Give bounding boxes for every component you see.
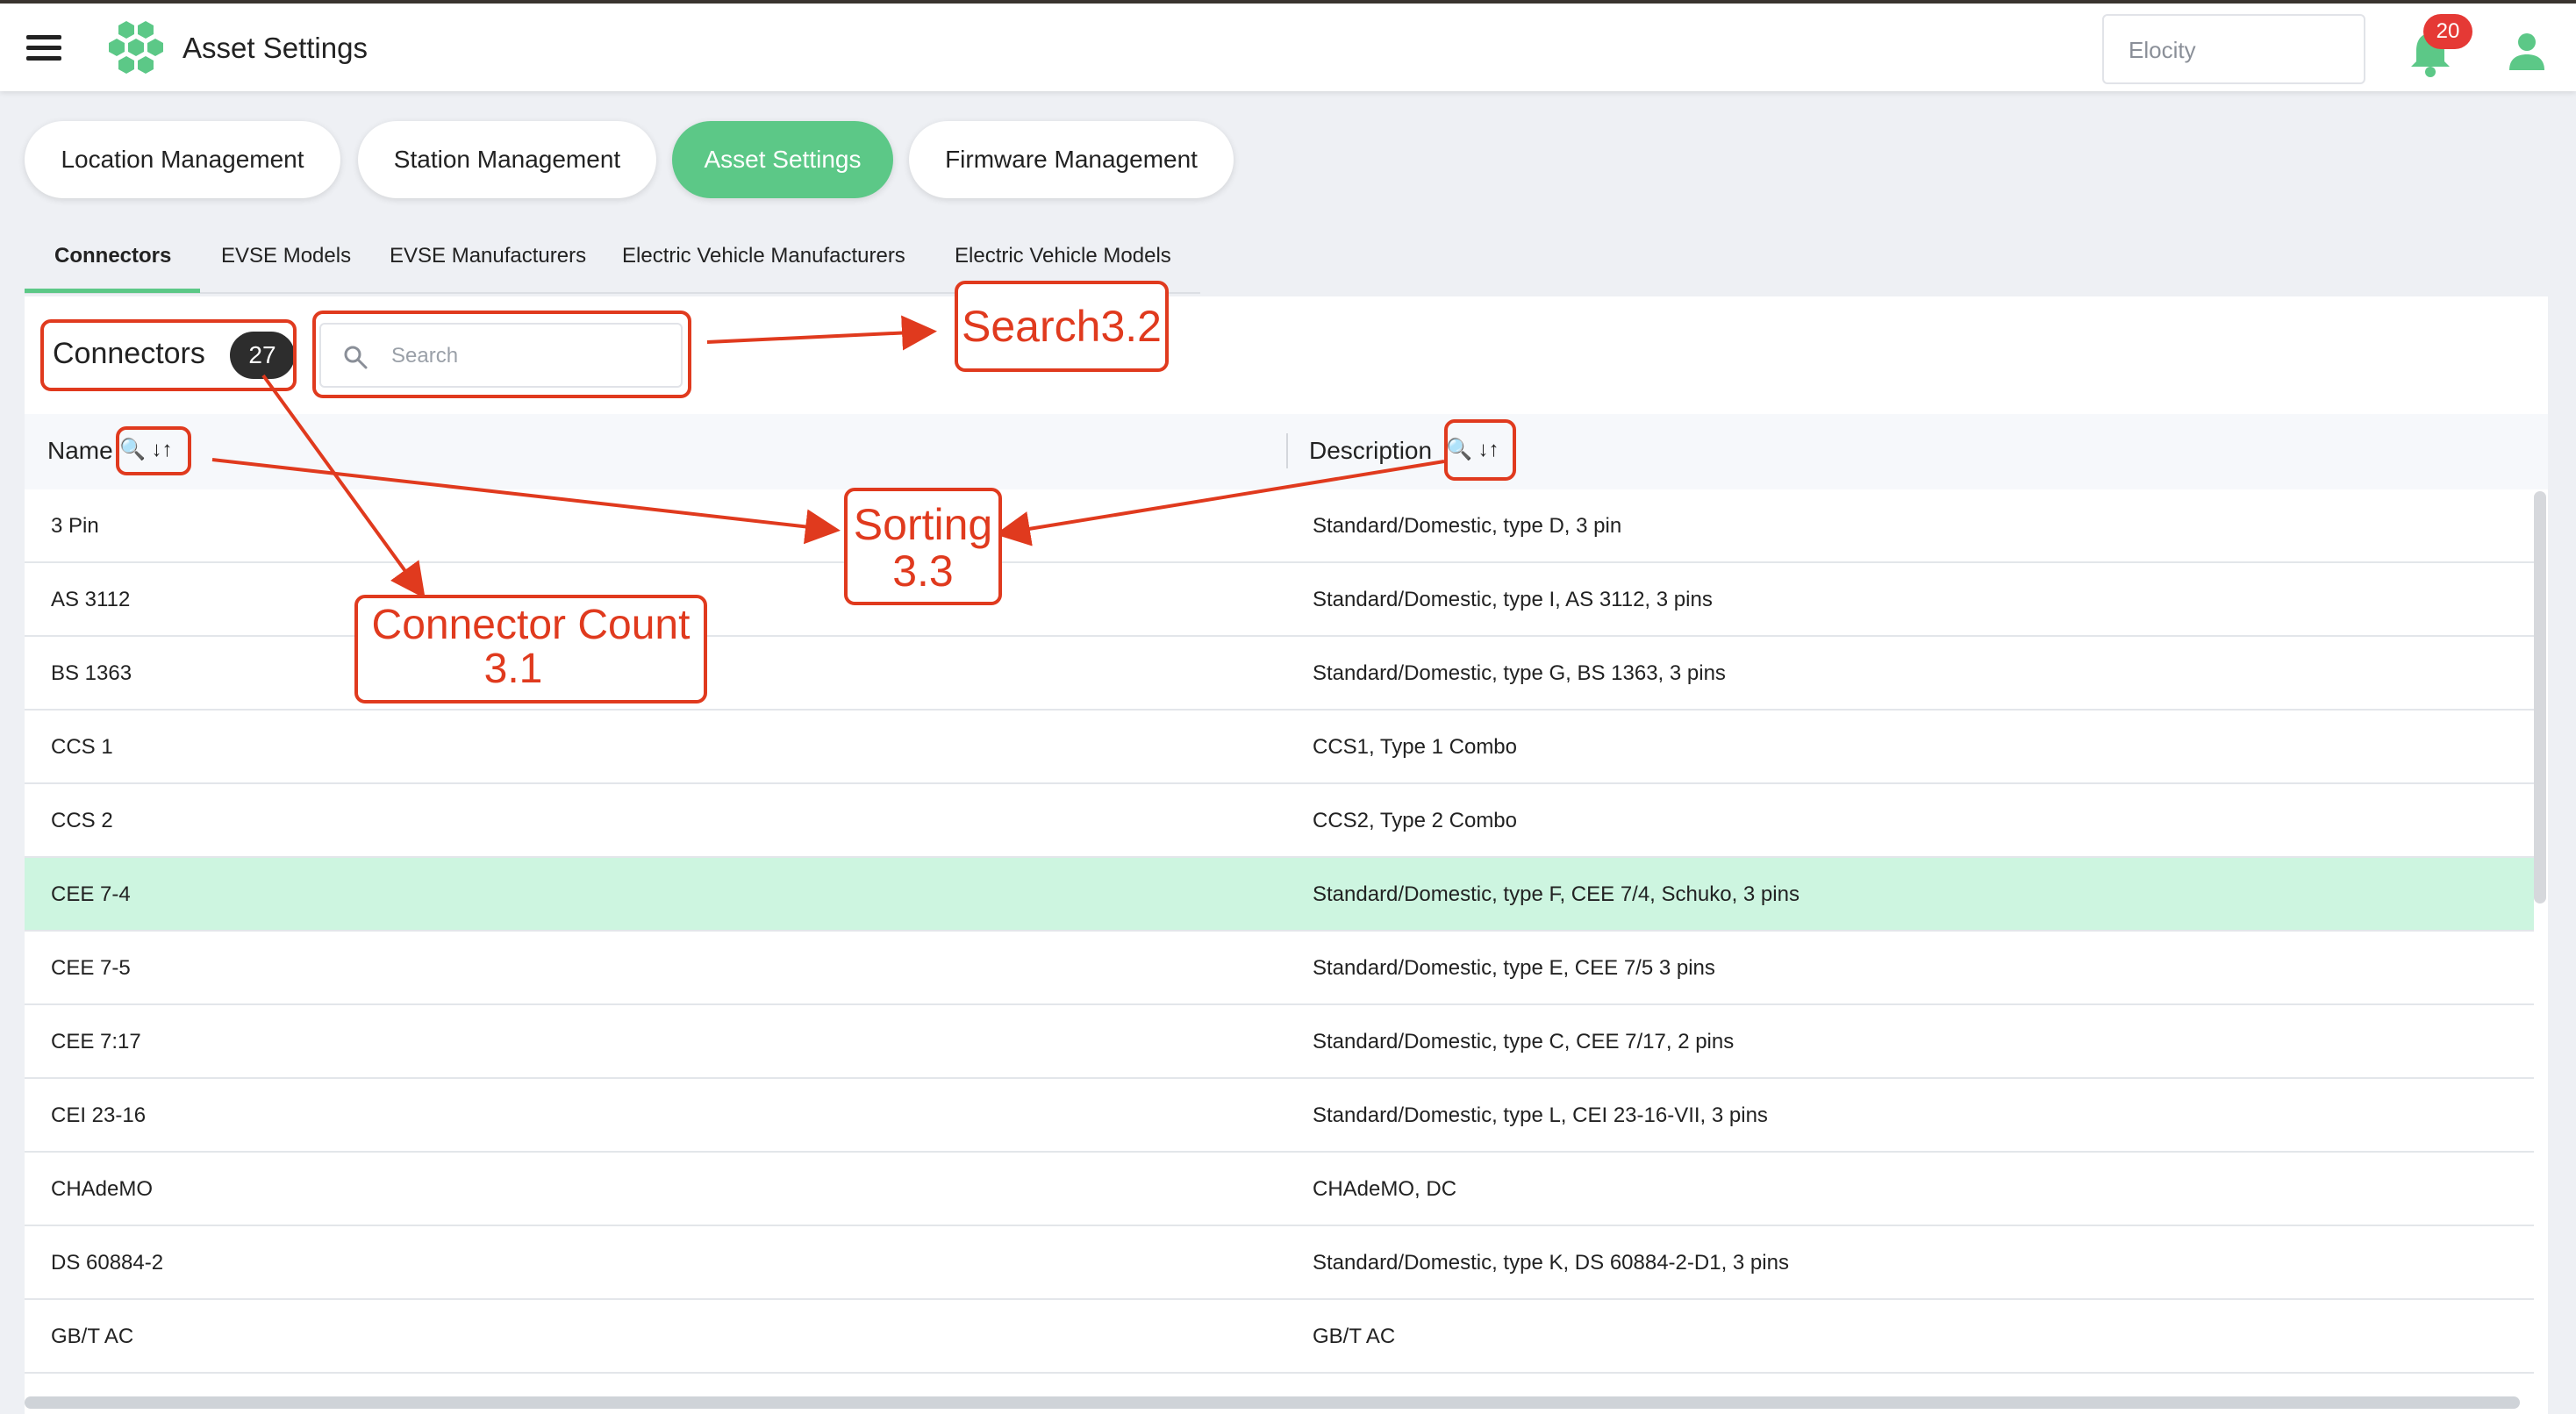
cell-name: CEE 7-4 <box>51 882 131 906</box>
cell-name: BS 1363 <box>51 661 132 685</box>
cell-name: AS 3112 <box>51 588 131 611</box>
app-bar: Asset Settings Elocity 20 <box>0 4 2576 91</box>
subtab-active-indicator <box>25 289 200 293</box>
tab-station-management[interactable]: Station Management <box>358 121 656 198</box>
cell-description: CCS1, Type 1 Combo <box>1313 735 1518 759</box>
cell-description: CCS2, Type 2 Combo <box>1313 809 1518 832</box>
menu-icon[interactable] <box>26 35 65 61</box>
cell-name: DS 60884-2 <box>51 1251 164 1275</box>
logo-icon <box>109 21 163 74</box>
horizontal-scrollbar[interactable] <box>25 1396 2520 1409</box>
column-separator[interactable] <box>1286 433 1288 468</box>
cell-name: CCS 1 <box>51 735 113 759</box>
annotation-count-number: 3.1 <box>483 646 543 693</box>
tenant-label: Elocity <box>2129 37 2196 63</box>
subtab-evse-manufacturers[interactable]: EVSE Manufacturers <box>390 244 586 268</box>
subtab-ev-models[interactable]: Electric Vehicle Models <box>955 244 1171 268</box>
subtab-evse-models[interactable]: EVSE Models <box>221 244 351 268</box>
table-row[interactable]: DS 60884-2 Standard/Domestic, type K, DS… <box>25 1226 2534 1300</box>
table-row[interactable]: CEE 7-5 Standard/Domestic, type E, CEE 7… <box>25 932 2534 1005</box>
annotation-box-count <box>40 319 297 391</box>
table-row[interactable]: CEI 23-16 Standard/Domestic, type L, CEI… <box>25 1079 2534 1153</box>
annotation-search-number: 3.2 <box>1100 302 1162 351</box>
subtab-ev-manufacturers[interactable]: Electric Vehicle Manufacturers <box>622 244 905 268</box>
column-header-description[interactable]: Description <box>1309 437 1432 465</box>
annotation-label-count: Connector Count 3.1 <box>354 595 707 703</box>
cell-description: Standard/Domestic, type F, CEE 7/4, Schu… <box>1313 882 1800 906</box>
tab-location-management[interactable]: Location Management <box>25 121 340 198</box>
annotation-label-search: Search3.2 <box>955 281 1169 372</box>
annotation-box-name-sort <box>116 426 191 475</box>
table-row[interactable]: 3 Pin Standard/Domestic, type D, 3 pin <box>25 489 2534 563</box>
cell-description: Standard/Domestic, type I, AS 3112, 3 pi… <box>1313 588 1713 611</box>
app-title: Asset Settings <box>182 32 368 64</box>
tenant-selector[interactable]: Elocity <box>2102 14 2365 84</box>
cell-description: Standard/Domestic, type G, BS 1363, 3 pi… <box>1313 661 1726 685</box>
cell-name: CCS 2 <box>51 809 113 832</box>
cell-description: Standard/Domestic, type L, CEI 23-16-VII… <box>1313 1103 1768 1127</box>
vertical-scrollbar[interactable] <box>2534 491 2546 903</box>
cell-description: Standard/Domestic, type C, CEE 7/17, 2 p… <box>1313 1030 1735 1053</box>
annotation-box-description-sort <box>1444 419 1516 481</box>
cell-description: Standard/Domestic, type K, DS 60884-2-D1… <box>1313 1251 1789 1275</box>
annotation-count-text: Connector Count <box>371 602 691 648</box>
table-row[interactable]: CHAdeMO CHAdeMO, DC <box>25 1153 2534 1226</box>
cell-name: GB/T AC <box>51 1325 134 1348</box>
table-row[interactable]: GB/T AC GB/T AC <box>25 1300 2534 1374</box>
tab-firmware-management[interactable]: Firmware Management <box>909 121 1234 198</box>
annotation-sorting-number: 3.3 <box>892 546 954 596</box>
table-row[interactable]: CCS 2 CCS2, Type 2 Combo <box>25 784 2534 858</box>
annotation-box-search <box>312 311 691 398</box>
cell-name: CEI 23-16 <box>51 1103 147 1127</box>
subtab-connectors[interactable]: Connectors <box>54 244 171 268</box>
table-row-highlighted[interactable]: CEE 7-4 Standard/Domestic, type F, CEE 7… <box>25 858 2534 932</box>
annotation-search-text: Search <box>962 302 1101 351</box>
notification-badge: 20 <box>2423 14 2472 49</box>
cell-name: CEE 7:17 <box>51 1030 141 1053</box>
cell-description: Standard/Domestic, type E, CEE 7/5 3 pin… <box>1313 956 1715 980</box>
column-header-name[interactable]: Name <box>47 437 113 465</box>
cell-name: CHAdeMO <box>51 1177 154 1201</box>
cell-name: 3 Pin <box>51 514 99 538</box>
table-row[interactable]: CEE 7:17 Standard/Domestic, type C, CEE … <box>25 1005 2534 1079</box>
cell-name: CEE 7-5 <box>51 956 131 980</box>
cell-description: CHAdeMO, DC <box>1313 1177 1457 1201</box>
cell-description: GB/T AC <box>1313 1325 1396 1348</box>
cell-description: Standard/Domestic, type D, 3 pin <box>1313 514 1622 538</box>
annotation-label-sorting: Sorting 3.3 <box>844 488 1002 605</box>
table-row[interactable]: CCS 1 CCS1, Type 1 Combo <box>25 711 2534 784</box>
tab-asset-settings[interactable]: Asset Settings <box>672 121 893 198</box>
user-icon[interactable] <box>2506 30 2548 72</box>
annotation-sorting-text: Sorting <box>853 500 993 549</box>
